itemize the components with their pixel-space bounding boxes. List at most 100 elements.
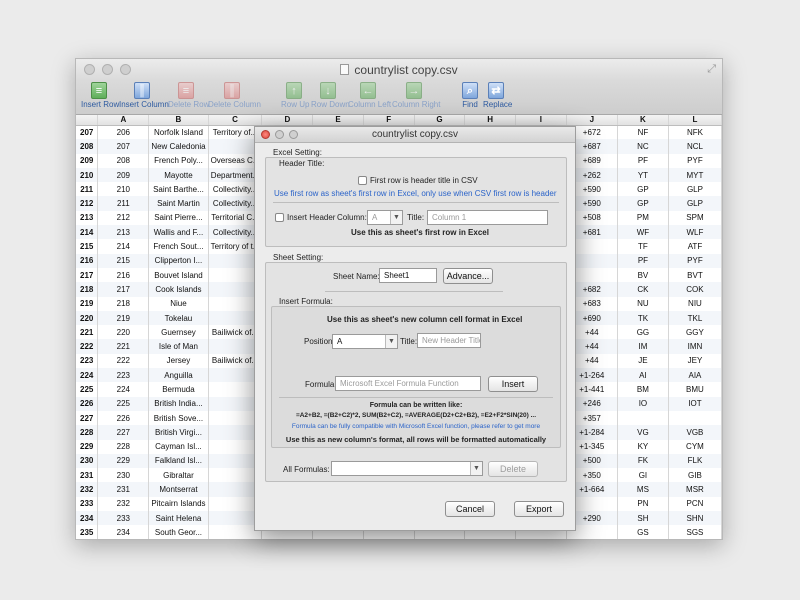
table-cell[interactable]: 220 — [97, 325, 150, 340]
table-cell[interactable]: 230 — [97, 468, 150, 483]
table-cell[interactable]: TK — [617, 310, 669, 326]
table-cell[interactable]: AI — [617, 368, 669, 383]
row-number[interactable]: 223 — [76, 353, 99, 369]
position-select[interactable]: A ▼ — [332, 334, 398, 349]
table-cell[interactable]: SPM — [668, 210, 722, 226]
table-cell[interactable]: 224 — [97, 382, 150, 397]
table-cell[interactable]: JEY — [668, 353, 722, 369]
table-cell[interactable]: AIA — [668, 368, 722, 383]
table-cell[interactable]: PF — [617, 153, 669, 168]
row-down-button[interactable]: ↓ Row Down — [311, 82, 350, 109]
replace-button[interactable]: ⇄ Replace — [483, 82, 512, 109]
table-cell[interactable]: 218 — [97, 296, 150, 311]
table-cell[interactable]: 221 — [97, 339, 150, 354]
table-cell[interactable]: VGB — [668, 425, 722, 440]
table-cell[interactable]: 232 — [97, 496, 150, 512]
table-cell[interactable]: 223 — [97, 368, 150, 383]
table-cell[interactable]: PCN — [668, 496, 722, 512]
row-up-button[interactable]: ↑ Row Up — [281, 82, 309, 109]
table-cell[interactable]: 227 — [97, 425, 150, 440]
row-number[interactable]: 208 — [76, 139, 99, 154]
column-header[interactable]: A — [97, 115, 150, 126]
table-cell[interactable]: GLP — [668, 182, 722, 197]
table-cell[interactable]: NF — [617, 125, 669, 140]
table-cell[interactable]: 226 — [97, 410, 150, 426]
table-cell[interactable]: BVT — [668, 267, 722, 283]
table-cell[interactable]: Jersey — [148, 353, 209, 369]
formula-input[interactable]: Microsoft Excel Formula Function — [335, 376, 481, 391]
row-number[interactable]: 234 — [76, 511, 99, 526]
table-cell[interactable]: 206 — [97, 125, 150, 140]
table-cell[interactable]: IO — [617, 396, 669, 411]
row-number[interactable]: 211 — [76, 182, 99, 197]
table-cell[interactable]: Anguilla — [148, 368, 209, 383]
table-cell[interactable]: British India... — [148, 396, 209, 411]
table-cell[interactable]: Cook Islands — [148, 282, 209, 297]
table-cell[interactable]: CYM — [668, 439, 722, 454]
table-cell[interactable]: SHN — [668, 511, 722, 526]
table-cell[interactable]: BM — [617, 382, 669, 397]
table-cell[interactable]: GS — [617, 525, 669, 539]
table-cell[interactable]: KY — [617, 439, 669, 454]
table-cell[interactable]: 219 — [97, 310, 150, 326]
row-number[interactable]: 227 — [76, 410, 99, 426]
table-cell[interactable]: French Poly... — [148, 153, 209, 168]
row-number[interactable]: 231 — [76, 468, 99, 483]
row-number[interactable]: 209 — [76, 153, 99, 168]
table-cell[interactable]: Saint Barthe... — [148, 182, 209, 197]
table-cell[interactable]: SH — [617, 511, 669, 526]
cancel-button[interactable]: Cancel — [445, 501, 495, 517]
table-cell[interactable]: 212 — [97, 210, 150, 226]
table-cell[interactable]: NIU — [668, 296, 722, 311]
table-cell[interactable]: CK — [617, 282, 669, 297]
header-title-input[interactable]: Column 1 — [427, 210, 548, 225]
table-cell[interactable]: SGS — [668, 525, 722, 539]
export-button[interactable]: Export — [514, 501, 564, 517]
table-cell[interactable]: Bouvet Island — [148, 267, 209, 283]
corner-header[interactable] — [76, 115, 99, 126]
row-number[interactable]: 219 — [76, 296, 99, 311]
table-cell[interactable]: Saint Martin — [148, 196, 209, 211]
row-number[interactable]: 212 — [76, 196, 99, 211]
table-cell[interactable]: NCL — [668, 139, 722, 154]
table-cell[interactable]: IOT — [668, 396, 722, 411]
row-number[interactable]: 229 — [76, 439, 99, 454]
table-cell[interactable]: GGY — [668, 325, 722, 340]
insert-header-checkbox[interactable] — [275, 213, 284, 222]
row-number[interactable]: 218 — [76, 282, 99, 297]
table-cell[interactable] — [617, 410, 669, 426]
new-header-title-input[interactable]: New Header Title — [417, 333, 481, 348]
table-cell[interactable]: GIB — [668, 468, 722, 483]
row-number[interactable]: 207 — [76, 125, 99, 140]
table-cell[interactable]: MSR — [668, 482, 722, 497]
table-cell[interactable]: GP — [617, 196, 669, 211]
table-cell[interactable]: Mayotte — [148, 167, 209, 183]
row-number[interactable]: 216 — [76, 253, 99, 268]
row-number[interactable]: 233 — [76, 496, 99, 512]
table-cell[interactable]: 211 — [97, 196, 150, 211]
table-cell[interactable] — [668, 410, 722, 426]
table-cell[interactable]: NU — [617, 296, 669, 311]
table-cell[interactable]: NC — [617, 139, 669, 154]
row-number[interactable]: 221 — [76, 325, 99, 340]
all-formulas-select[interactable]: ▼ — [331, 461, 483, 476]
table-cell[interactable]: PYF — [668, 153, 722, 168]
table-cell[interactable]: JE — [617, 353, 669, 369]
row-number[interactable]: 222 — [76, 339, 99, 354]
table-cell[interactable]: Tokelau — [148, 310, 209, 326]
table-cell[interactable]: 210 — [97, 182, 150, 197]
column-header[interactable]: J — [566, 115, 618, 126]
table-cell[interactable]: Guernsey — [148, 325, 209, 340]
table-cell[interactable]: COK — [668, 282, 722, 297]
table-cell[interactable]: MYT — [668, 167, 722, 183]
table-cell[interactable]: IMN — [668, 339, 722, 354]
table-cell[interactable]: 217 — [97, 282, 150, 297]
table-cell[interactable]: TKL — [668, 310, 722, 326]
table-cell[interactable]: 213 — [97, 225, 150, 240]
table-cell[interactable]: South Geor... — [148, 525, 209, 539]
row-number[interactable]: 235 — [76, 525, 99, 539]
table-cell[interactable]: TF — [617, 239, 669, 254]
table-cell[interactable]: PN — [617, 496, 669, 512]
column-header[interactable]: I — [515, 115, 567, 126]
column-header[interactable]: K — [617, 115, 669, 126]
